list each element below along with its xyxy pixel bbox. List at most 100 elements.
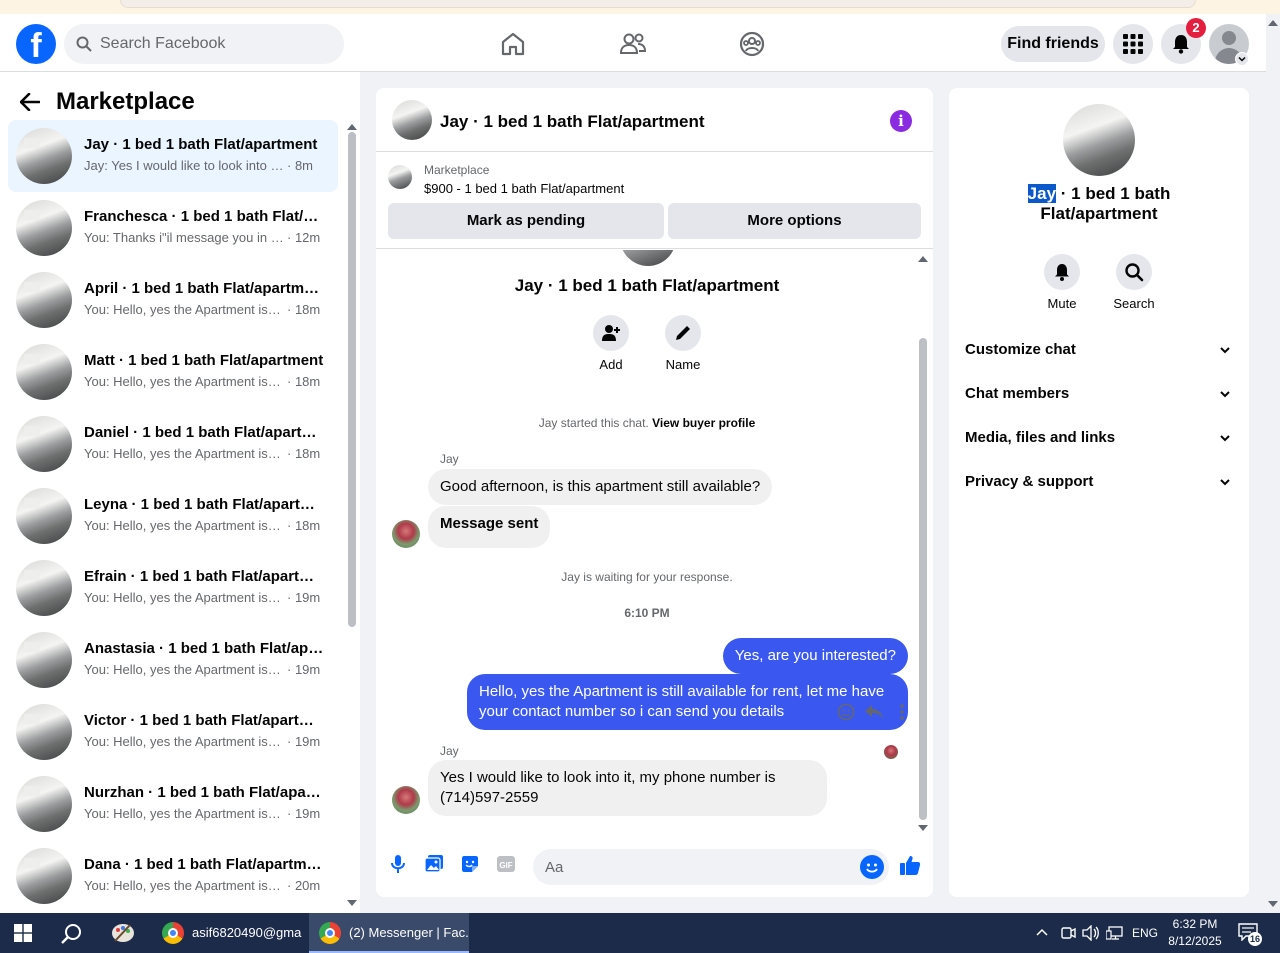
more-vertical-icon[interactable] — [894, 702, 910, 722]
page-scroll-down-arrow[interactable] — [1268, 901, 1278, 907]
taskbar-chrome-gmail[interactable]: asif6820490@gmail.... — [152, 913, 302, 953]
sender-avatar[interactable] — [392, 786, 420, 814]
home-icon[interactable] — [497, 28, 529, 60]
name-label: Name — [665, 357, 701, 372]
listing-thumbnail — [16, 128, 72, 184]
left-panel-header: Marketplace — [20, 86, 195, 118]
contact-name: Jay · 1 bed 1 bath Flat/apartment — [1019, 184, 1179, 224]
microphone-icon[interactable] — [390, 854, 406, 874]
section-label: Media, files and links — [965, 429, 1116, 446]
scroll-down-arrow[interactable] — [918, 825, 928, 831]
mark-as-pending-button[interactable]: Mark as pending — [388, 203, 664, 239]
chat-list-item[interactable]: April · 1 bed 1 bath Flat/apartment You: … — [8, 264, 338, 336]
search-icon — [76, 36, 92, 52]
name-action[interactable]: Name — [651, 315, 715, 372]
chat-list-item[interactable]: Matt · 1 bed 1 bath Flat/apartment You: H… — [8, 336, 338, 408]
incoming-message[interactable]: Yes I would like to look into it, my pho… — [428, 760, 827, 816]
chat-list-item[interactable]: Franchesca · 1 bed 1 bath Flat/apartment… — [8, 192, 338, 264]
chat-preview: You: Thanks i"il message you in a moment — [84, 230, 284, 245]
page-scroll-up-arrow[interactable] — [1268, 20, 1278, 26]
add-label: Add — [599, 357, 623, 372]
search-icon[interactable] — [61, 923, 83, 945]
chat-name: Anastasia · 1 bed 1 bath Flat/apartment — [84, 640, 324, 657]
section-label: Chat members — [965, 385, 1070, 402]
conversation-panel: Jay · 1 bed 1 bath Flat/apartment i Mark… — [376, 88, 933, 897]
scroll-down-arrow[interactable] — [347, 900, 357, 906]
mute-action[interactable]: Mute — [1032, 254, 1092, 311]
view-buyer-profile-link[interactable]: View buyer profile — [652, 416, 755, 430]
section-label: Privacy & support — [965, 473, 1094, 490]
chat-list-item[interactable]: Anastasia · 1 bed 1 bath Flat/apartment Y… — [8, 624, 338, 696]
contact-avatar[interactable] — [1063, 104, 1135, 176]
taskbar-app-label: asif6820490@gmail.... — [192, 925, 302, 940]
selected-text: Jay — [1027, 184, 1057, 203]
paint-app-icon[interactable] — [110, 921, 136, 945]
info-icon[interactable]: i — [890, 110, 912, 132]
incoming-message[interactable]: Message sent — [428, 506, 551, 548]
chat-list-item[interactable]: Nurzhan · 1 bed 1 bath Flat/apartment You… — [8, 768, 338, 840]
facebook-top-bar: f Find friends 2 — [0, 14, 1266, 72]
browser-address-bar[interactable] — [120, 0, 1196, 8]
listing-thumbnail — [16, 632, 72, 688]
media-files-links-section[interactable]: Media, files and links — [965, 416, 1233, 460]
groups-icon[interactable] — [736, 28, 768, 60]
chevron-down-icon — [1220, 347, 1230, 354]
sender-avatar[interactable] — [392, 520, 420, 548]
facebook-logo-icon[interactable]: f — [16, 24, 56, 64]
profile-menu-chevron[interactable] — [1235, 52, 1249, 66]
incoming-message[interactable]: Good afternoon, is this apartment still … — [428, 469, 773, 505]
listing-thumbnail[interactable] — [388, 165, 412, 189]
chat-list-item[interactable]: Leyna · 1 bed 1 bath Flat/apartment You: … — [8, 480, 338, 552]
thumbs-up-icon[interactable] — [899, 854, 921, 876]
chat-list-item[interactable]: Dana · 1 bed 1 bath Flat/apartment You: H… — [8, 840, 338, 912]
meet-icon[interactable] — [1060, 925, 1076, 941]
photo-icon[interactable] — [424, 854, 444, 874]
chrome-icon — [319, 922, 341, 944]
sticker-icon[interactable] — [460, 854, 480, 874]
chat-list-item[interactable]: Victor · 1 bed 1 bath Flat/apartment You:… — [8, 696, 338, 768]
language-indicator[interactable]: ENG — [1132, 926, 1158, 940]
message-input-box[interactable] — [533, 849, 889, 885]
windows-start-icon[interactable] — [14, 924, 32, 942]
chat-members-section[interactable]: Chat members — [965, 372, 1233, 416]
chat-name: Daniel · 1 bed 1 bath Flat/apartment — [84, 424, 324, 441]
action-center-button[interactable]: 16 — [1238, 923, 1262, 946]
scroll-up-arrow[interactable] — [918, 256, 928, 262]
find-friends-button[interactable]: Find friends — [1001, 26, 1105, 62]
message-input[interactable] — [545, 849, 845, 885]
more-options-button[interactable]: More options — [668, 203, 921, 239]
conversation-avatar[interactable] — [392, 100, 432, 140]
gif-icon[interactable]: GIF — [496, 854, 516, 874]
customize-chat-section[interactable]: Customize chat — [965, 328, 1233, 372]
chevron-down-icon — [1220, 391, 1230, 398]
scroll-up-arrow[interactable] — [347, 124, 357, 130]
outgoing-message[interactable]: Yes, are you interested? — [722, 638, 908, 674]
chat-details-panel: Jay · 1 bed 1 bath Flat/apartment Mute S… — [949, 88, 1249, 897]
listing-title[interactable]: $900 - 1 bed 1 bath Flat/apartment — [424, 181, 624, 196]
chat-list-item[interactable]: Daniel · 1 bed 1 bath Flat/apartment You:… — [8, 408, 338, 480]
network-icon[interactable] — [1106, 925, 1124, 941]
volume-icon[interactable] — [1082, 925, 1100, 941]
conversation-title[interactable]: Jay · 1 bed 1 bath Flat/apartment — [440, 112, 705, 132]
search-box[interactable] — [64, 24, 344, 64]
chat-name: Victor · 1 bed 1 bath Flat/apartment — [84, 712, 324, 729]
search-action[interactable]: Search — [1104, 254, 1164, 311]
chat-list-item[interactable]: Jay · 1 bed 1 bath Flat/apartment Jay: Ye… — [8, 120, 338, 192]
react-emoji-icon[interactable] — [836, 702, 856, 722]
system-clock[interactable]: 6:32 PM 8/12/2025 — [1160, 916, 1230, 950]
back-arrow-icon[interactable] — [20, 93, 40, 111]
listing-thumbnail — [16, 560, 72, 616]
chat-list-scrollbar[interactable] — [348, 132, 356, 627]
reply-icon[interactable] — [864, 702, 884, 722]
chevron-up-icon[interactable] — [1036, 927, 1048, 939]
message-scrollbar[interactable] — [919, 338, 927, 820]
chat-list-item[interactable]: Efrain · 1 bed 1 bath Flat/apartment You:… — [8, 552, 338, 624]
search-input[interactable] — [100, 24, 330, 64]
menu-button[interactable] — [1113, 24, 1153, 64]
emoji-icon[interactable] — [860, 855, 884, 879]
add-action[interactable]: Add — [579, 315, 643, 372]
friends-icon[interactable] — [617, 28, 649, 60]
taskbar-chrome-messenger[interactable]: (2) Messenger | Fac... — [309, 913, 469, 953]
chat-time: · 18m — [287, 518, 321, 533]
privacy-support-section[interactable]: Privacy & support — [965, 460, 1233, 504]
